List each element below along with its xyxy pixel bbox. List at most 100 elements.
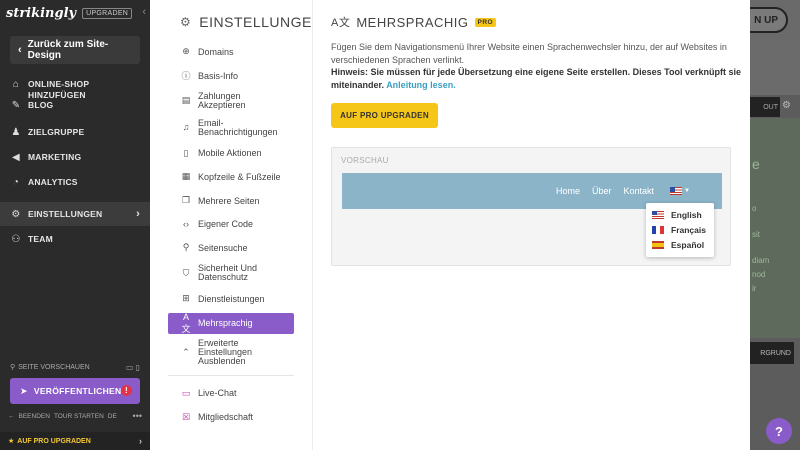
language-option-french[interactable]: Français — [646, 222, 714, 237]
rocket-icon: ➤ — [20, 385, 28, 396]
team-icon: ⚇ — [11, 234, 21, 245]
sidebar-item-marketing[interactable]: ◀ MARKETING — [0, 152, 150, 177]
menu-item-live-chat[interactable]: ▭ Live-Chat — [168, 382, 294, 406]
upgrade-tag[interactable]: UPGRADEN — [82, 7, 133, 19]
menu-item-payments[interactable]: ▤ Zahlungen Akzeptieren — [168, 87, 294, 114]
caret-down-icon: ▼ — [684, 188, 690, 194]
preview-nav-home[interactable]: Home — [556, 186, 580, 196]
language-switcher[interactable]: ▼ — [670, 187, 690, 195]
search-icon: ⚲ — [182, 242, 190, 253]
site-text: sit — [752, 230, 760, 239]
sidebar-item-blog[interactable]: ✎ BLOG — [0, 100, 150, 125]
site-text: ir — [752, 284, 757, 293]
sidebar-item-einstellungen[interactable]: ⚙ EINSTELLUNGEN › — [0, 202, 150, 226]
menu-item-label: Live-Chat — [198, 388, 237, 399]
chevron-up-icon: ⌃ — [182, 347, 190, 357]
site-checkout-button: OUT — [750, 97, 780, 117]
site-dark-button: RGRUND — [750, 342, 794, 364]
menu-item-services[interactable]: ⊞ Dienstleistungen — [168, 287, 294, 311]
hint-text: Hinweis: Sie müssen für jede Übersetzung… — [331, 66, 741, 92]
tour-link[interactable]: TOUR STARTEN — [54, 413, 104, 420]
menu-item-label: Sicherheit Und Datenschutz — [198, 263, 258, 283]
sidebar-item-team[interactable]: ⚇ TEAM — [0, 234, 150, 259]
menu-item-email-notifications[interactable]: ♫ Email-Benachrichtigungen — [168, 114, 294, 141]
menu-item-label: Mobile Aktionen — [198, 148, 262, 159]
menu-item-basis-info[interactable]: ⓘ Basis-Info — [168, 64, 294, 88]
upgrade-to-pro-button[interactable]: AUF PRO UPGRADEN — [331, 103, 438, 128]
menu-item-label: Mehrsprachig — [198, 318, 253, 328]
site-signup-button: N UP — [750, 7, 788, 33]
menu-item-header-footer[interactable]: ▦ Kopfzeile & Fußzeile — [168, 165, 294, 189]
preview-nav-about[interactable]: Über — [592, 186, 612, 196]
site-preview-row[interactable]: ⚲ SEITE VORSCHAUEN ▭ ▯ — [0, 360, 150, 374]
pro-upgrade-label: AUF PRO UPGRADEN — [17, 437, 91, 445]
pages-icon: ❐ — [181, 195, 191, 206]
es-flag-icon — [652, 240, 664, 249]
menu-item-label: Mehrere Seiten — [198, 195, 260, 206]
member-icon: ☒ — [181, 411, 191, 422]
menu-item-label: Email-Benachrichtigungen — [198, 117, 278, 137]
menu-item-custom-code[interactable]: ‹› Eigener Code — [168, 212, 294, 236]
back-label: Zurück zum Site-Design — [27, 39, 109, 61]
more-icon[interactable]: ••• — [133, 411, 142, 421]
pro-upgrade-row[interactable]: ★ AUF PRO UPGRADEN › — [0, 432, 150, 450]
site-text: o — [752, 204, 757, 213]
settings-title-text: EINSTELLUNGEN — [199, 14, 323, 30]
menu-item-membership[interactable]: ☒ Mitgliedschaft — [168, 405, 294, 429]
sidebar-item-analytics[interactable]: ◔ ANALYTICS — [0, 177, 150, 202]
sidebar-item-label: TEAM — [28, 234, 53, 244]
menu-item-label: Eigener Code — [198, 219, 254, 230]
sidebar-footer: ← BEENDEN TOUR STARTEN DE ••• — [0, 410, 150, 422]
language-label: Español — [671, 239, 705, 250]
device-toggle-icon[interactable]: ▭ ▯ — [126, 363, 140, 372]
menu-item-domains[interactable]: ⊕ Domains — [168, 40, 294, 64]
sidebar-header: strikingly UPGRADEN ‹ — [0, 0, 150, 26]
site-text: nod — [752, 270, 766, 279]
language-option-spanish[interactable]: Español — [646, 237, 714, 252]
menu-item-label: Basis-Info — [198, 70, 239, 81]
menu-item-hide-advanced[interactable]: ⌃ Erweiterte Einstellungen Ausblenden — [168, 334, 294, 372]
language-label: Français — [671, 224, 706, 235]
menu-item-mobile-actions[interactable]: ▯ Mobile Aktionen — [168, 141, 294, 165]
audience-icon: ♟ — [11, 127, 21, 138]
preview-label: VORSCHAU — [341, 156, 389, 165]
megaphone-icon: ◀ — [12, 152, 20, 163]
help-button[interactable]: ? — [766, 418, 792, 444]
menu-item-site-search[interactable]: ⚲ Seitensuche — [168, 236, 294, 260]
sidebar-nav: ⌂ ONLINE-SHOP HINZUFÜGEN ✎ BLOG ♟ ZIELGR… — [0, 76, 150, 259]
menu-item-multiple-pages[interactable]: ❐ Mehrere Seiten — [168, 189, 294, 213]
menu-item-label: Erweiterte Einstellungen Ausblenden — [198, 338, 253, 366]
sidebar-item-label: ZIELGRUPPE — [28, 127, 85, 137]
sidebar-item-zielgruppe[interactable]: ♟ ZIELGRUPPE — [0, 127, 150, 152]
menu-item-label: Seitensuche — [198, 242, 248, 253]
strikingly-logo[interactable]: strikingly — [6, 6, 76, 21]
site-text: diam — [752, 256, 770, 265]
menu-item-label: Dienstleistungen — [198, 293, 265, 304]
us-flag-icon — [652, 210, 664, 219]
pro-badge: PRO — [474, 17, 497, 27]
quit-link[interactable]: BEENDEN — [19, 413, 50, 420]
translate-icon: A文 — [181, 311, 191, 334]
main-sidebar: strikingly UPGRADEN ‹ ‹ Zurück zum Site-… — [0, 0, 150, 450]
mobile-icon: ▯ — [183, 147, 189, 158]
menu-item-security[interactable]: ⛉ Sicherheit Und Datenschutz — [168, 260, 294, 287]
preview-label: SEITE VORSCHAUEN — [18, 363, 90, 371]
gear-icon: ⚙ — [180, 15, 192, 29]
publish-button[interactable]: ➤ VERÖFFENTLICHEN ! — [10, 378, 140, 404]
header-footer-icon: ▦ — [181, 171, 191, 182]
gear-icon: ⚙ — [11, 208, 21, 220]
star-icon: ★ — [8, 438, 15, 445]
read-guide-link[interactable]: Anleitung lesen. — [386, 80, 456, 90]
us-flag-icon — [670, 187, 683, 195]
language-option-english[interactable]: English — [646, 207, 714, 222]
menu-item-label: Zahlungen Akzeptieren — [198, 90, 246, 110]
language-link[interactable]: DE — [108, 413, 117, 420]
fr-flag-icon — [652, 225, 664, 234]
back-to-site-design-button[interactable]: ‹ Zurück zum Site-Design — [10, 36, 140, 64]
preview-box: VORSCHAU Home Über Kontakt ▼ English Fra… — [331, 147, 731, 266]
exit-icon: ← — [8, 412, 15, 420]
collapse-sidebar-icon[interactable]: ‹ — [142, 6, 146, 18]
preview-nav-contact[interactable]: Kontakt — [624, 186, 655, 196]
menu-item-multilingual[interactable]: A文 Mehrsprachig — [168, 311, 294, 334]
site-green-section: e o sit diam nod ir — [750, 118, 800, 338]
